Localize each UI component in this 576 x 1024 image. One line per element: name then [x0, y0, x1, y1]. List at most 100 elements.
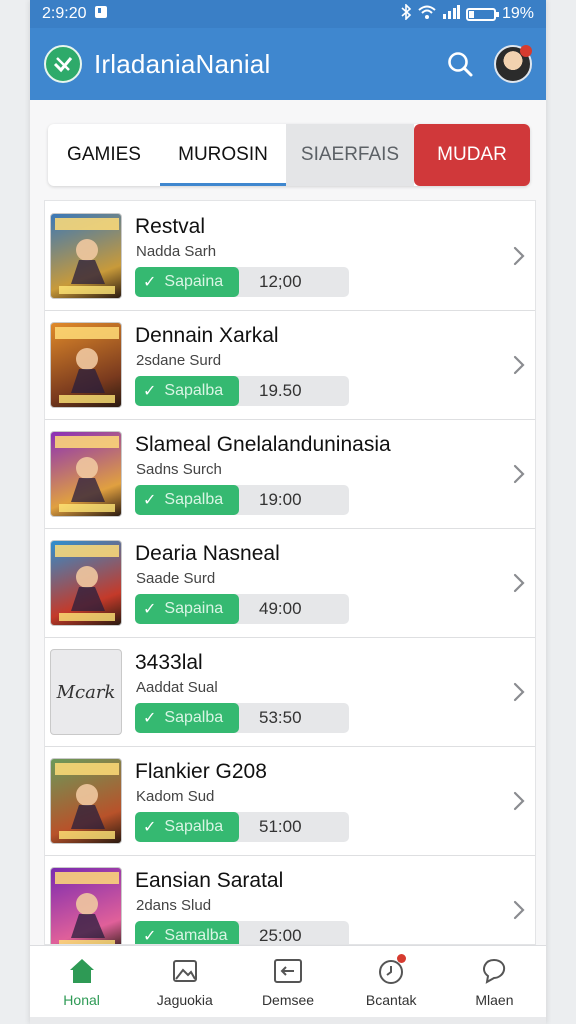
nav-label: Jaguokia	[156, 991, 213, 1008]
item-subtitle: Aaddat Sual	[136, 679, 218, 696]
item-title: Restval	[135, 215, 206, 238]
status-bar: 2:9:20 19%	[30, 0, 546, 28]
tab-siaerfais[interactable]: SIAERFAIS	[286, 124, 414, 186]
search-icon	[448, 52, 473, 77]
item-subtitle: 2dans Slud	[136, 897, 212, 914]
chevron-right-icon[interactable]	[509, 243, 529, 269]
list-item[interactable]: Flankier G208 Kadom Sud ✓ Sapalba 51:00	[45, 746, 535, 856]
thumbnail-text: Mcark	[56, 681, 116, 703]
item-title: Slameal Gnelalanduninasia	[135, 433, 391, 456]
tab-games[interactable]: GAMIES	[48, 124, 160, 186]
item-status-bar: ✓ Sapalba 53:50	[135, 703, 349, 733]
check-icon: ✓	[143, 710, 157, 727]
check-icon: ✓	[143, 819, 157, 836]
item-title: Dearia Nasneal	[135, 542, 280, 565]
check-icon: ✓	[143, 928, 157, 945]
home-icon	[67, 956, 97, 986]
game-cover-image	[50, 540, 122, 626]
nav-item-mlaen[interactable]: Mlaen	[443, 946, 546, 1017]
item-title: 3433lal	[135, 651, 203, 674]
list-item[interactable]: Dearia Nasneal Saade Surd ✓ Sapaina 49:00	[45, 528, 535, 638]
status-badge: ✓ Sapalba	[135, 812, 239, 842]
item-time: 51:00	[259, 817, 302, 836]
tab-bar: GAMIES MUROSIN SIAERFAIS MUDAR	[48, 124, 530, 186]
chevron-right-icon[interactable]	[509, 570, 529, 596]
nav-label: Demsee	[261, 991, 315, 1008]
app-bar: IrladaniaNanial	[30, 28, 546, 100]
chevron-right-icon[interactable]	[509, 897, 529, 923]
back-box-icon	[273, 956, 303, 986]
nav-label: Honal	[63, 991, 100, 1008]
nav-label: Mlaen	[475, 991, 514, 1008]
item-status-bar: ✓ Sapalba 19:00	[135, 485, 349, 515]
signal-icon	[442, 4, 460, 24]
thumbnail-placeholder: Mcark	[50, 649, 122, 735]
app-title: IrladaniaNanial	[94, 48, 271, 79]
check-icon: ✓	[143, 274, 157, 291]
item-title: Flankier G208	[135, 760, 267, 783]
status-badge: ✓ Sapaina	[135, 267, 239, 297]
status-badge-label: Sapalba	[164, 382, 224, 399]
status-badge: ✓ Samalba	[135, 921, 239, 945]
status-badge: ✓ Sapalba	[135, 376, 239, 406]
status-badge-label: Sapaina	[164, 600, 224, 617]
list-item[interactable]: Eansian Saratal 2dans Slud ✓ Samalba 25:00	[45, 855, 535, 945]
status-badge: ✓ Sapaina	[135, 594, 239, 624]
game-cover-image	[50, 431, 122, 517]
app-logo-icon	[44, 45, 82, 83]
item-title: Dennain Xarkal	[135, 324, 279, 347]
item-status-bar: ✓ Sapalba 19.50	[135, 376, 349, 406]
check-icon: ✓	[143, 383, 157, 400]
nav-item-jaguokia[interactable]: Jaguokia	[133, 946, 236, 1017]
image-icon	[170, 956, 200, 986]
item-time: 19:00	[259, 490, 302, 509]
item-time: 53:50	[259, 708, 302, 727]
tab-mudar[interactable]: MUDAR	[414, 124, 530, 186]
status-badge-label: Samalba	[164, 927, 228, 944]
nav-item-demsee[interactable]: Demsee	[236, 946, 339, 1017]
nav-label: Bcantak	[365, 991, 417, 1008]
status-badge: ✓ Sapalba	[135, 703, 239, 733]
status-badge-label: Sapalba	[164, 709, 224, 726]
item-subtitle: Nadda Sarh	[136, 243, 217, 260]
chevron-right-icon[interactable]	[509, 788, 529, 814]
list-item[interactable]: Dennain Xarkal 2sdane Surd ✓ Sapalba 19.50	[45, 310, 535, 420]
avatar-notification-dot	[520, 45, 532, 57]
item-subtitle: Sadns Surch	[136, 461, 222, 478]
nav-item-honal[interactable]: Honal	[30, 946, 133, 1017]
game-cover-image	[50, 758, 122, 844]
search-button[interactable]	[440, 44, 480, 84]
status-badge-label: Sapaina	[164, 273, 224, 290]
notification-icon	[94, 5, 108, 24]
status-badge-label: Sapalba	[164, 491, 224, 508]
chevron-right-icon[interactable]	[509, 679, 529, 705]
item-status-bar: ✓ Samalba 25:00	[135, 921, 349, 945]
check-icon: ✓	[143, 601, 157, 618]
tab-murosin[interactable]: MUROSIN	[160, 124, 286, 186]
item-subtitle: 2sdane Surd	[136, 352, 222, 369]
list-item[interactable]: Restval Nadda Sarh ✓ Sapaina 12;00	[45, 201, 535, 311]
item-status-bar: ✓ Sapaina 12;00	[135, 267, 349, 297]
battery-icon	[465, 7, 499, 21]
game-cover-image	[50, 867, 122, 944]
avatar[interactable]	[494, 45, 532, 83]
home-indicator-area	[30, 1017, 546, 1024]
list-item[interactable]: Mcark 3433lal Aaddat Sual ✓ Sapalba 53:50	[45, 637, 535, 747]
item-time: 19.50	[259, 381, 302, 400]
item-subtitle: Kadom Sud	[136, 788, 215, 805]
game-cover-image	[50, 213, 122, 299]
nav-item-bcantak[interactable]: Bcantak	[340, 946, 443, 1017]
chevron-right-icon[interactable]	[509, 352, 529, 378]
wifi-icon	[418, 5, 436, 24]
item-status-bar: ✓ Sapalba 51:00	[135, 812, 349, 842]
status-badge-label: Sapalba	[164, 818, 224, 835]
check-icon: ✓	[143, 492, 157, 509]
list-item[interactable]: Slameal Gnelalanduninasia Sadns Surch ✓ Sap…	[45, 419, 535, 529]
status-time: 2:9:20	[42, 5, 87, 22]
chevron-right-icon[interactable]	[509, 461, 529, 487]
battery-percent: 19%	[501, 5, 534, 22]
item-time: 49:00	[259, 599, 302, 618]
game-cover-image	[50, 322, 122, 408]
status-badge: ✓ Sapalba	[135, 485, 239, 515]
item-time: 12;00	[259, 272, 302, 291]
